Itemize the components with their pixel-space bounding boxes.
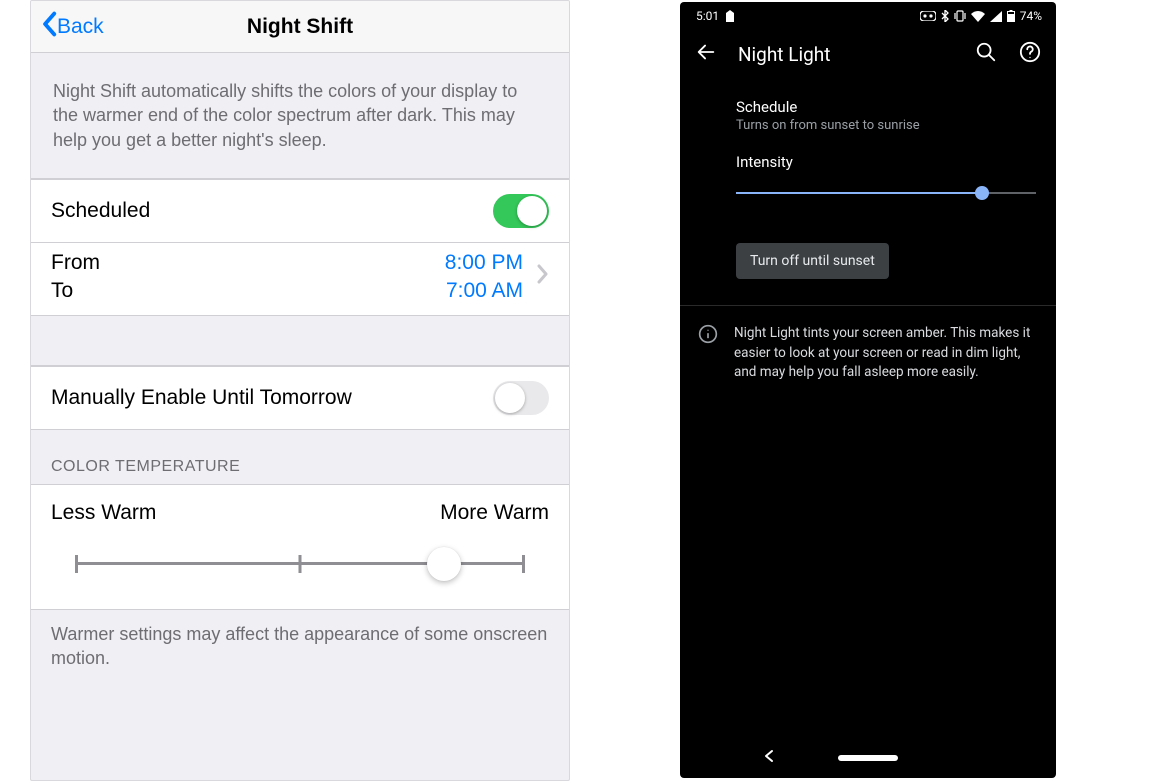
scheduled-toggle[interactable] — [493, 194, 549, 228]
less-warm-label: Less Warm — [51, 501, 156, 525]
wifi-icon — [971, 11, 985, 22]
from-label: From — [51, 251, 445, 275]
signal-icon — [990, 11, 1002, 22]
turn-off-until-sunset-button[interactable]: Turn off until sunset — [736, 243, 889, 279]
schedule-value: Turns on from sunset to sunrise — [736, 118, 1036, 133]
to-label: To — [51, 279, 445, 303]
back-button[interactable] — [694, 42, 718, 66]
manual-enable-label: Manually Enable Until Tomorrow — [51, 386, 352, 410]
info-section: Night Light tints your screen amber. Thi… — [680, 306, 1056, 383]
schedule-time-row[interactable]: From To 8:00 PM 7:00 AM — [31, 243, 569, 316]
ios-night-shift-screen: Back Night Shift Night Shift automatical… — [30, 0, 570, 781]
bluetooth-icon — [941, 10, 949, 22]
more-warm-label: More Warm — [440, 501, 549, 525]
chevron-left-icon — [41, 11, 57, 43]
page-title: Night Light — [738, 43, 954, 66]
from-value: 8:00 PM — [445, 251, 523, 275]
info-icon — [698, 324, 718, 383]
help-icon — [1019, 41, 1041, 67]
nav-home-button[interactable] — [838, 755, 898, 761]
ios-nav-bar: Back Night Shift — [31, 1, 569, 53]
search-icon — [975, 41, 997, 67]
intensity-row: Intensity — [736, 153, 1036, 205]
chevron-right-icon — [537, 264, 549, 289]
status-time: 5:01 — [696, 9, 719, 23]
manual-enable-toggle[interactable] — [493, 381, 549, 415]
info-text: Night Light tints your screen amber. Thi… — [734, 324, 1036, 383]
color-temperature-section: Less Warm More Warm — [31, 485, 569, 610]
android-night-light-screen: 5:01 — [680, 2, 1056, 778]
vr-icon — [920, 11, 936, 21]
search-button[interactable] — [974, 42, 998, 66]
battery-icon — [1007, 10, 1015, 22]
arrow-left-icon — [695, 41, 717, 67]
color-temperature-slider[interactable] — [75, 547, 525, 581]
slider-thumb[interactable] — [427, 547, 461, 581]
notification-icon — [725, 10, 735, 22]
section-gap — [31, 316, 569, 366]
schedule-row[interactable]: Schedule Turns on from sunset to sunrise — [736, 98, 1036, 133]
system-nav-bar — [680, 738, 1056, 778]
footer-note: Warmer settings may affect the appearanc… — [31, 610, 569, 683]
scheduled-row: Scheduled — [31, 179, 569, 243]
manual-enable-row: Manually Enable Until Tomorrow — [31, 366, 569, 430]
nav-back-button[interactable] — [761, 748, 777, 768]
description-text: Night Shift automatically shifts the col… — [31, 53, 569, 179]
vibrate-icon — [954, 10, 966, 22]
battery-text: 74% — [1020, 9, 1042, 23]
color-temperature-header: COLOR TEMPERATURE — [31, 430, 569, 485]
app-bar: Night Light — [680, 28, 1056, 80]
intensity-slider[interactable] — [736, 181, 1036, 205]
chevron-left-icon — [761, 749, 777, 768]
status-bar: 5:01 — [680, 2, 1056, 28]
schedule-label: Schedule — [736, 98, 1036, 116]
to-value: 7:00 AM — [445, 279, 523, 303]
slider-thumb[interactable] — [975, 186, 989, 200]
help-button[interactable] — [1018, 42, 1042, 66]
back-button[interactable]: Back — [31, 11, 104, 43]
intensity-label: Intensity — [736, 153, 1036, 171]
scheduled-label: Scheduled — [51, 199, 150, 223]
page-title: Night Shift — [31, 15, 569, 39]
back-label: Back — [57, 15, 104, 39]
